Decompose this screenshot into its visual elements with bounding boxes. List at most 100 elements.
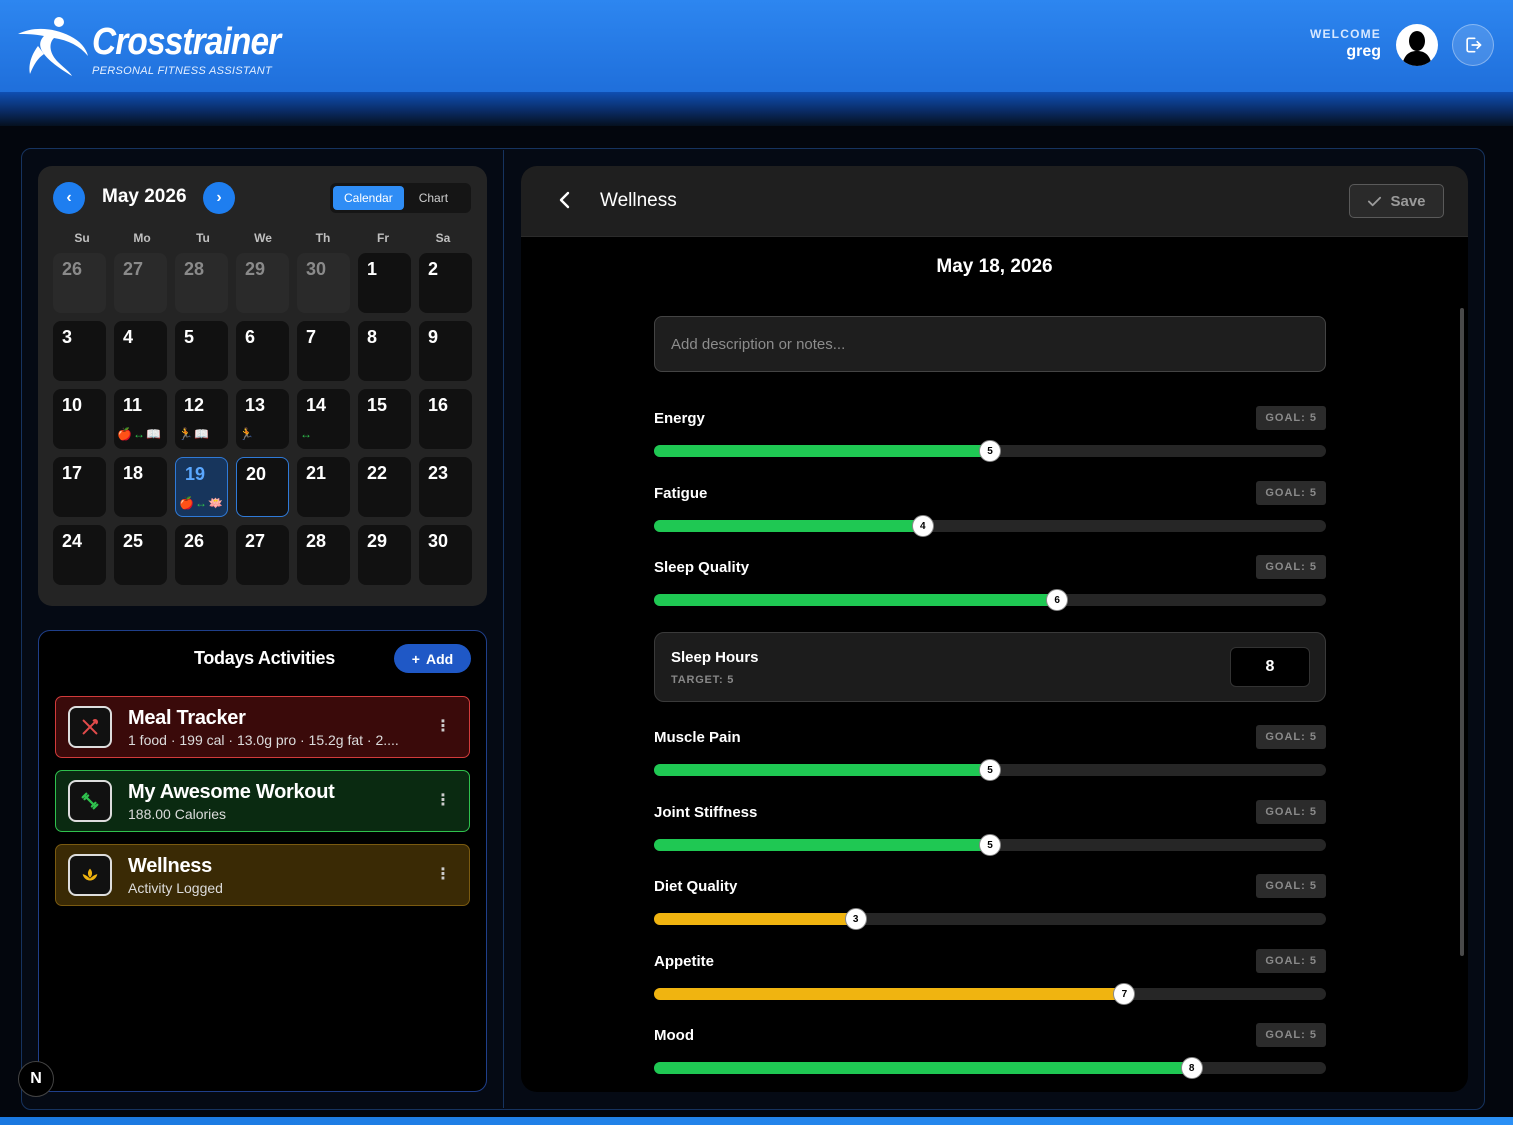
bottom-accent-bar bbox=[0, 1117, 1513, 1125]
calendar-day[interactable]: 25 bbox=[114, 525, 167, 585]
add-activity-button[interactable]: + Add bbox=[394, 644, 471, 673]
day-number: 22 bbox=[367, 463, 388, 483]
calendar-day[interactable]: 26 bbox=[53, 253, 106, 313]
slider-fill bbox=[654, 764, 990, 776]
metric-muscle-pain: Muscle Pain GOAL: 5 5 bbox=[654, 725, 1326, 785]
slider-track[interactable]: 4 bbox=[654, 515, 1326, 537]
back-arrow-icon[interactable] bbox=[554, 189, 576, 211]
activity-name: Meal Tracker bbox=[128, 707, 246, 729]
slider-fill bbox=[654, 1062, 1192, 1074]
slider-track[interactable]: 6 bbox=[654, 589, 1326, 611]
activity-subtitle: Activity Logged bbox=[128, 880, 223, 896]
chevron-right-icon: › bbox=[216, 189, 222, 206]
runner-logo-icon bbox=[18, 17, 88, 76]
logout-button[interactable] bbox=[1452, 24, 1494, 66]
calendar-day[interactable]: 5 bbox=[175, 321, 228, 381]
calendar-day[interactable]: 27 bbox=[236, 525, 289, 585]
avatar[interactable] bbox=[1396, 24, 1438, 66]
calendar-day[interactable]: 29 bbox=[236, 253, 289, 313]
calendar-day[interactable]: 2 bbox=[419, 253, 472, 313]
activity-meal-tracker[interactable]: Meal Tracker 1 food · 199 cal · 13.0g pr… bbox=[55, 696, 470, 758]
dumbbell-icon: ↔ bbox=[132, 427, 145, 441]
calendar-day[interactable]: 27 bbox=[114, 253, 167, 313]
next-month-button[interactable]: › bbox=[203, 182, 235, 214]
calendar-day[interactable]: 10 bbox=[53, 389, 106, 449]
calendar-day[interactable]: 28 bbox=[175, 253, 228, 313]
apple-icon: 🍎 bbox=[117, 427, 132, 441]
calendar-day[interactable]: 23 bbox=[419, 457, 472, 517]
calendar-day[interactable]: 29 bbox=[358, 525, 411, 585]
activity-workout[interactable]: My Awesome Workout 188.00 Calories ⋮ bbox=[55, 770, 470, 832]
calendar-day[interactable]: 18 bbox=[114, 457, 167, 517]
more-options-icon[interactable]: ⋮ bbox=[435, 717, 451, 737]
calendar-day[interactable]: 17 bbox=[53, 457, 106, 517]
calendar-day[interactable]: 16 bbox=[419, 389, 472, 449]
day-activity-icons: 🏃 📖 bbox=[178, 427, 209, 441]
tab-calendar[interactable]: Calendar bbox=[333, 186, 404, 210]
calendar-day[interactable]: 21 bbox=[297, 457, 350, 517]
brand-name: Crosstrainer bbox=[92, 21, 281, 63]
calendar-day[interactable]: 13 🏃 bbox=[236, 389, 289, 449]
goal-badge: GOAL: 5 bbox=[1256, 725, 1326, 749]
scrollbar[interactable] bbox=[1460, 308, 1464, 956]
tab-chart[interactable]: Chart bbox=[408, 186, 459, 210]
prev-month-button[interactable]: ‹ bbox=[53, 182, 85, 214]
calendar-day[interactable]: 1 bbox=[358, 253, 411, 313]
slider-thumb[interactable]: 3 bbox=[844, 908, 867, 930]
sleep-target: TARGET: 5 bbox=[671, 674, 735, 686]
day-number: 17 bbox=[62, 463, 83, 483]
lotus-icon bbox=[68, 854, 112, 896]
app-logo[interactable]: Crosstrainer PERSONAL FITNESS ASSISTANT bbox=[14, 14, 281, 80]
slider-track[interactable]: 5 bbox=[654, 440, 1326, 462]
activity-wellness[interactable]: Wellness Activity Logged ⋮ bbox=[55, 844, 470, 906]
sleep-hours-input[interactable] bbox=[1230, 647, 1310, 687]
calendar-day[interactable]: 24 bbox=[53, 525, 106, 585]
slider-thumb[interactable]: 6 bbox=[1046, 589, 1069, 611]
header-band bbox=[0, 92, 1513, 126]
save-button[interactable]: Save bbox=[1349, 184, 1444, 218]
notes-input[interactable]: Add description or notes... bbox=[654, 316, 1326, 372]
panel-divider bbox=[503, 150, 504, 1108]
day-number: 30 bbox=[428, 531, 449, 551]
slider-thumb[interactable]: 8 bbox=[1180, 1057, 1203, 1079]
calendar-day[interactable]: 22 bbox=[358, 457, 411, 517]
slider-thumb[interactable]: 4 bbox=[911, 515, 934, 537]
slider-track[interactable]: 8 bbox=[654, 1057, 1326, 1079]
calendar-day[interactable]: 3 bbox=[53, 321, 106, 381]
slider-track[interactable]: 3 bbox=[654, 908, 1326, 930]
calendar-day[interactable]: 12 🏃 📖 bbox=[175, 389, 228, 449]
metric-label: Energy bbox=[654, 410, 705, 427]
slider-thumb[interactable]: 5 bbox=[979, 759, 1001, 781]
calendar-day[interactable]: 11 🍎 ↔ 📖 bbox=[114, 389, 167, 449]
slider-track[interactable]: 7 bbox=[654, 983, 1326, 1005]
calendar-day[interactable]: 15 bbox=[358, 389, 411, 449]
slider-track[interactable]: 5 bbox=[654, 834, 1326, 856]
calendar-day[interactable]: 20 bbox=[236, 457, 289, 517]
calendar-day[interactable]: 30 bbox=[297, 253, 350, 313]
next-badge[interactable]: N bbox=[18, 1061, 54, 1097]
book-icon: 📖 bbox=[145, 427, 161, 441]
calendar-day[interactable]: 8 bbox=[358, 321, 411, 381]
day-number: 23 bbox=[428, 463, 449, 483]
calendar-day[interactable]: 14 ↔ bbox=[297, 389, 350, 449]
activity-subtitle: 1 food · 199 cal · 13.0g pro · 15.2g fat… bbox=[128, 732, 399, 748]
day-number: 12 bbox=[184, 395, 205, 415]
day-activity-icons: ↔ bbox=[300, 427, 312, 441]
check-icon bbox=[1368, 196, 1382, 206]
fork-knife-icon bbox=[68, 706, 112, 748]
metric-energy: Energy GOAL: 5 5 bbox=[654, 406, 1326, 466]
calendar-day[interactable]: 19 🍎 ↔ 🪷 bbox=[175, 457, 228, 517]
slider-thumb[interactable]: 5 bbox=[979, 834, 1001, 856]
slider-thumb[interactable]: 5 bbox=[979, 440, 1001, 462]
calendar-day[interactable]: 4 bbox=[114, 321, 167, 381]
more-options-icon[interactable]: ⋮ bbox=[435, 791, 451, 811]
calendar-day[interactable]: 6 bbox=[236, 321, 289, 381]
calendar-day[interactable]: 9 bbox=[419, 321, 472, 381]
calendar-day[interactable]: 7 bbox=[297, 321, 350, 381]
calendar-day[interactable]: 26 bbox=[175, 525, 228, 585]
slider-thumb[interactable]: 7 bbox=[1113, 983, 1136, 1005]
calendar-day[interactable]: 28 bbox=[297, 525, 350, 585]
slider-track[interactable]: 5 bbox=[654, 759, 1326, 781]
calendar-day[interactable]: 30 bbox=[419, 525, 472, 585]
more-options-icon[interactable]: ⋮ bbox=[435, 865, 451, 885]
